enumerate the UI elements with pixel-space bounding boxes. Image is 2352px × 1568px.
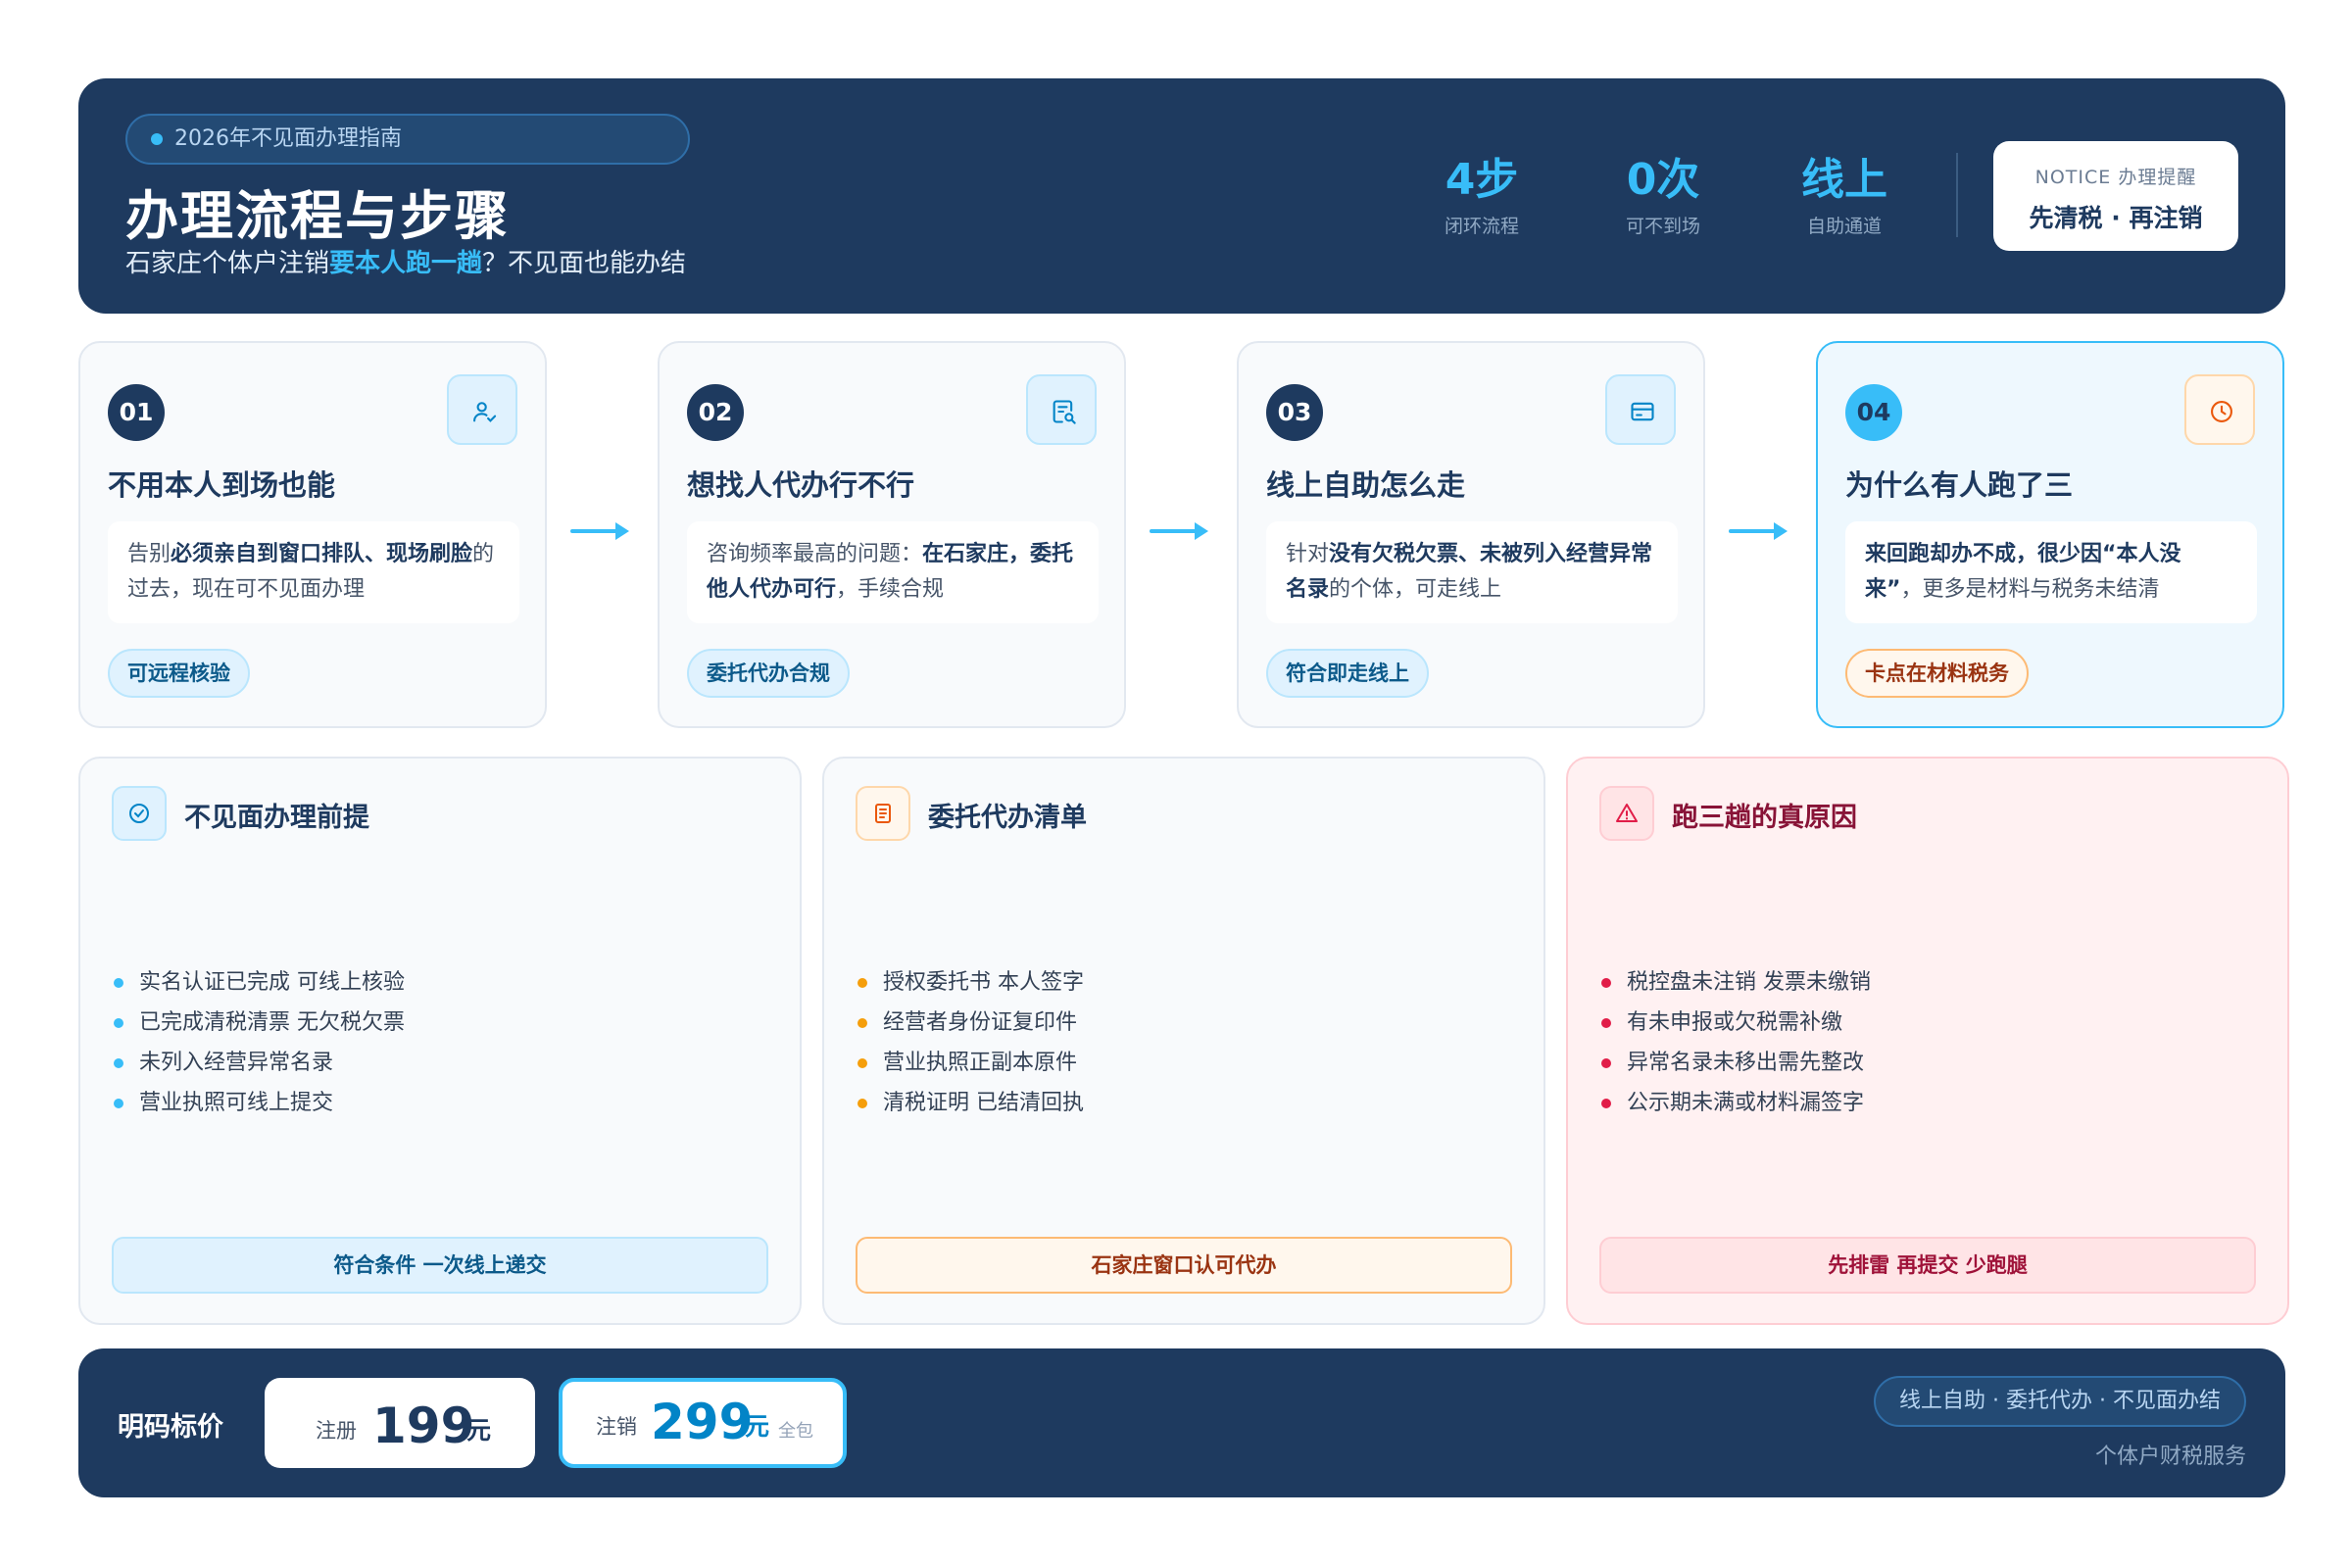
stat-label: 自助通道 [1806, 216, 1882, 237]
stat-value: 0次 [1626, 155, 1700, 205]
panel-title: 跑三趟的真原因 [1672, 803, 1857, 833]
hero-banner: 2026年不见面办理指南 办理流程与步骤 石家庄个体户注销要本人跑一趟？不见面也… [78, 78, 2285, 314]
desc-a: 告别 [127, 542, 172, 566]
divider [1956, 153, 1958, 237]
stat-value: 线上 [1801, 155, 1887, 205]
step-card-3: 03 线上自助怎么走 针对没有欠税欠票、未被列入经营异常名录的个体，可走线上 符… [1237, 341, 1705, 728]
step-chip: 委托代办合规 [687, 649, 850, 698]
document-search-icon [1026, 374, 1097, 445]
stat-online: 线上 自助通道 [1776, 153, 1913, 238]
check-circle-icon [112, 786, 167, 841]
subtitle-pre: 石家庄个体户注销 [125, 249, 330, 278]
step-description: 告别必须亲自到窗口排队、现场刷脸的过去，现在可不见面办理 [108, 521, 519, 623]
panel-button[interactable]: 石家庄窗口认可代办 [856, 1237, 1512, 1294]
service-pill: 线上自助 · 委托代办 · 不见面办结 [1874, 1376, 2246, 1427]
card-icon [1605, 374, 1676, 445]
list-item: 授权委托书 本人签字 [858, 962, 1084, 1003]
desc-c: 的个体，可走线上 [1329, 577, 1502, 602]
step-description: 来回跑却办不成，很少因“本人没来”，更多是材料与税务未结清 [1845, 521, 2257, 623]
page-title: 办理流程与步骤 [125, 185, 510, 247]
stat-label: 可不到场 [1625, 216, 1700, 237]
list-item: 已完成清税清票 无欠税欠票 [114, 1003, 405, 1043]
list-item: 税控盘未注销 发票未缴销 [1601, 962, 1871, 1003]
stat-steps: 4步 闭环流程 [1413, 153, 1550, 238]
panel-checklist: 委托代办清单 授权委托书 本人签字 经营者身份证复印件 营业执照正副本原件 清税… [822, 757, 1545, 1325]
panel-prerequisites: 不见面办理前提 实名认证已完成 可线上核验 已完成清税清票 无欠税欠票 未列入经… [78, 757, 802, 1325]
desc-c: ，手续合规 [836, 577, 945, 602]
price-footer: 明码标价 注册 199 元 注销 299 元 全包 线上自助 · 委托代办 · … [78, 1348, 2285, 1497]
price-name: 注册 [316, 1419, 357, 1443]
step-number: 03 [1266, 384, 1323, 441]
subtitle-highlight: 要本人跑一趟 [329, 249, 483, 278]
step-title: 想找人代办行不行 [687, 468, 915, 502]
step-title: 线上自助怎么走 [1266, 468, 1466, 502]
subtitle-post: ？不见面也能办结 [482, 249, 687, 278]
notice-text: 先清税 · 再注销 [2029, 204, 2203, 232]
price-unit: 元 [466, 1416, 492, 1445]
step-number: 01 [108, 384, 165, 441]
warning-icon [1599, 786, 1654, 841]
step-card-4: 04 为什么有人跑了三 来回跑却办不成，很少因“本人没来”，更多是材料与税务未结… [1816, 341, 2284, 728]
stat-visits: 0次 可不到场 [1594, 153, 1732, 238]
step-title: 为什么有人跑了三 [1845, 468, 2074, 502]
step-title: 不用本人到场也能 [108, 468, 336, 502]
price-extra: 全包 [778, 1421, 813, 1442]
list-item: 清税证明 已结清回执 [858, 1083, 1084, 1123]
footer-subtitle: 个体户财税服务 [2094, 1445, 2246, 1469]
list-item: 营业执照正副本原件 [858, 1043, 1084, 1083]
panel-title: 委托代办清单 [928, 803, 1087, 833]
panel-button[interactable]: 符合条件 一次线上递交 [112, 1237, 768, 1294]
desc-bold: 必须亲自到窗口排队、现场刷脸 [171, 542, 473, 566]
list-item: 实名认证已完成 可线上核验 [114, 962, 405, 1003]
list-item: 营业执照可线上提交 [114, 1083, 405, 1123]
arrow-right-icon [1729, 522, 1788, 540]
stat-label: 闭环流程 [1444, 216, 1519, 237]
step-description: 咨询频率最高的问题：在石家庄，委托他人代办可行，手续合规 [687, 521, 1099, 623]
panel-list: 授权委托书 本人签字 经营者身份证复印件 营业执照正副本原件 清税证明 已结清回… [858, 962, 1084, 1123]
price-value: 299 [651, 1394, 754, 1450]
step-chip: 符合即走线上 [1266, 649, 1429, 698]
step-card-1: 01 不用本人到场也能 告别必须亲自到窗口排队、现场刷脸的过去，现在可不见面办理… [78, 341, 547, 728]
arrow-right-icon [570, 522, 629, 540]
list-item: 异常名录未移出需先整改 [1601, 1043, 1871, 1083]
arrow-right-icon [1150, 522, 1208, 540]
price-card-cancel[interactable]: 注销 299 元 全包 [559, 1378, 847, 1468]
step-card-2: 02 想找人代办行不行 咨询频率最高的问题：在石家庄，委托他人代办可行，手续合规… [658, 341, 1126, 728]
panel-button[interactable]: 先排雷 再提交 少跑腿 [1599, 1237, 2256, 1294]
desc-a: 针对 [1286, 542, 1330, 566]
step-chip: 卡点在材料税务 [1845, 649, 2029, 698]
price-value: 199 [372, 1397, 475, 1454]
price-unit: 元 [745, 1412, 770, 1441]
clock-icon [2184, 374, 2255, 445]
guide-tag: 2026年不见面办理指南 [125, 114, 690, 165]
panel-reasons: 跑三趟的真原因 税控盘未注销 发票未缴销 有未申报或欠税需补缴 异常名录未移出需… [1566, 757, 2289, 1325]
price-name: 注销 [596, 1415, 637, 1439]
user-check-icon [447, 374, 517, 445]
price-card-register[interactable]: 注册 199 元 [265, 1378, 535, 1468]
notice-card: NOTICE 办理提醒 先清税 · 再注销 [1993, 141, 2238, 251]
notice-kicker: NOTICE 办理提醒 [2034, 167, 2197, 188]
list-item: 公示期未满或材料漏签字 [1601, 1083, 1871, 1123]
list-item: 未列入经营异常名录 [114, 1043, 405, 1083]
list-item: 有未申报或欠税需补缴 [1601, 1003, 1871, 1043]
step-description: 针对没有欠税欠票、未被列入经营异常名录的个体，可走线上 [1266, 521, 1678, 623]
desc-a: 咨询频率最高的问题： [707, 542, 923, 566]
step-chip: 可远程核验 [108, 649, 250, 698]
panel-title: 不见面办理前提 [184, 803, 369, 833]
panel-list: 实名认证已完成 可线上核验 已完成清税清票 无欠税欠票 未列入经营异常名录 营业… [114, 962, 405, 1123]
list-item: 经营者身份证复印件 [858, 1003, 1084, 1043]
panel-list: 税控盘未注销 发票未缴销 有未申报或欠税需补缴 异常名录未移出需先整改 公示期未… [1601, 962, 1871, 1123]
page-subtitle: 石家庄个体户注销要本人跑一趟？不见面也能办结 [125, 243, 686, 279]
desc-c: ，更多是材料与税务未结清 [1900, 577, 2160, 602]
step-number: 02 [687, 384, 744, 441]
document-icon [856, 786, 910, 841]
step-number: 04 [1845, 384, 1902, 441]
footer-title: 明码标价 [118, 1412, 223, 1443]
stat-value: 4步 [1445, 155, 1519, 205]
